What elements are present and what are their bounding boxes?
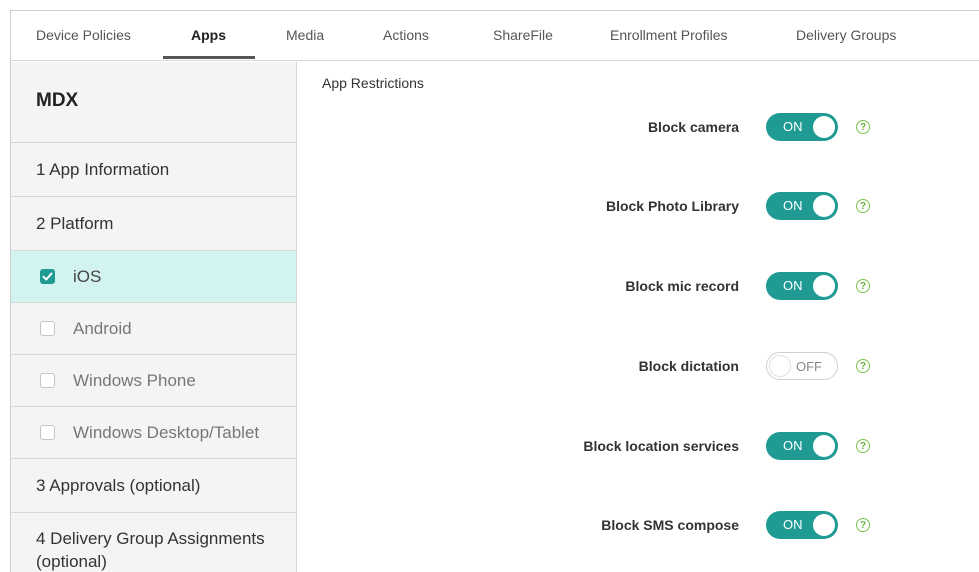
- restriction-label: Block dictation: [638, 358, 739, 374]
- restriction-row-location-services: Block location services ON ?: [298, 432, 979, 462]
- platform-label: Android: [73, 318, 132, 338]
- restriction-row-dictation: Block dictation OFF ?: [298, 352, 979, 382]
- block-sms-compose-toggle[interactable]: ON: [766, 511, 838, 539]
- step-approvals[interactable]: 3 Approvals (optional): [11, 459, 296, 513]
- block-mic-record-toggle[interactable]: ON: [766, 272, 838, 300]
- checkbox-unchecked-icon[interactable]: [40, 321, 55, 336]
- restriction-label: Block camera: [647, 119, 739, 135]
- help-icon[interactable]: ?: [856, 359, 870, 373]
- tab-delivery-groups[interactable]: Delivery Groups: [796, 27, 896, 43]
- step-delivery-group-assignments[interactable]: 4 Delivery Group Assignments (optional): [11, 513, 296, 572]
- tab-apps[interactable]: Apps: [191, 27, 226, 43]
- toggle-knob: [813, 116, 835, 138]
- toggle-state: ON: [783, 119, 803, 134]
- platform-label: iOS: [73, 266, 102, 286]
- step-label: 3 Approvals (optional): [36, 475, 201, 495]
- platform-option-windows-desktop[interactable]: Windows Desktop/Tablet: [11, 407, 296, 459]
- toggle-state: ON: [783, 517, 803, 532]
- platform-label: Windows Phone: [73, 370, 196, 390]
- toggle-state: OFF: [796, 359, 822, 374]
- help-icon[interactable]: ?: [856, 199, 870, 213]
- toggle-knob: [769, 355, 791, 377]
- toggle-state: ON: [783, 198, 803, 213]
- restriction-label: Block SMS compose: [601, 517, 739, 533]
- step-label: 2 Platform: [36, 213, 114, 233]
- restriction-label: Block mic record: [625, 278, 739, 294]
- step-app-information[interactable]: 1 App Information: [11, 143, 296, 197]
- block-location-services-toggle[interactable]: ON: [766, 432, 838, 460]
- platform-option-ios[interactable]: iOS: [11, 251, 296, 303]
- checkbox-checked-icon[interactable]: [40, 269, 55, 284]
- restriction-row-mic-record: Block mic record ON ?: [298, 272, 979, 302]
- step-platform[interactable]: 2 Platform: [11, 197, 296, 251]
- sidebar-title: MDX: [11, 62, 296, 143]
- tab-sharefile[interactable]: ShareFile: [493, 27, 553, 43]
- help-icon[interactable]: ?: [856, 120, 870, 134]
- restriction-row-photo-library: Block Photo Library ON ?: [298, 192, 979, 222]
- toggle-knob: [813, 435, 835, 457]
- platform-option-windows-phone[interactable]: Windows Phone: [11, 355, 296, 407]
- platform-label: Windows Desktop/Tablet: [73, 422, 260, 442]
- step-label: 4 Delivery Group Assignments (optional): [36, 529, 265, 571]
- step-label: 1 App Information: [36, 159, 170, 179]
- help-icon[interactable]: ?: [856, 439, 870, 453]
- tab-media[interactable]: Media: [286, 27, 324, 43]
- restriction-row-camera: Block camera ON ?: [298, 113, 979, 143]
- checkbox-unchecked-icon[interactable]: [40, 425, 55, 440]
- tab-actions[interactable]: Actions: [383, 27, 429, 43]
- active-tab-indicator: [163, 56, 255, 59]
- toggle-knob: [813, 514, 835, 536]
- restriction-label: Block Photo Library: [605, 198, 739, 214]
- app-frame: Device Policies Apps Media Actions Share…: [10, 10, 979, 572]
- restriction-row-sms-compose: Block SMS compose ON ?: [298, 511, 979, 541]
- block-dictation-toggle[interactable]: OFF: [766, 352, 838, 380]
- wizard-sidebar: MDX 1 App Information 2 Platform iOS And…: [11, 62, 297, 572]
- checkbox-unchecked-icon[interactable]: [40, 373, 55, 388]
- help-icon[interactable]: ?: [856, 279, 870, 293]
- block-photo-library-toggle[interactable]: ON: [766, 192, 838, 220]
- toggle-state: ON: [783, 278, 803, 293]
- block-camera-toggle[interactable]: ON: [766, 113, 838, 141]
- toggle-knob: [813, 275, 835, 297]
- section-title: App Restrictions: [322, 75, 424, 91]
- top-tab-bar: Device Policies Apps Media Actions Share…: [11, 11, 979, 61]
- toggle-knob: [813, 195, 835, 217]
- restriction-label: Block location services: [583, 438, 739, 454]
- tab-enrollment-profiles[interactable]: Enrollment Profiles: [610, 27, 728, 43]
- help-icon[interactable]: ?: [856, 518, 870, 532]
- app-restrictions-panel: App Restrictions Block camera ON ? Block…: [298, 62, 979, 572]
- platform-option-android[interactable]: Android: [11, 303, 296, 355]
- tab-device-policies[interactable]: Device Policies: [36, 27, 131, 43]
- toggle-state: ON: [783, 438, 803, 453]
